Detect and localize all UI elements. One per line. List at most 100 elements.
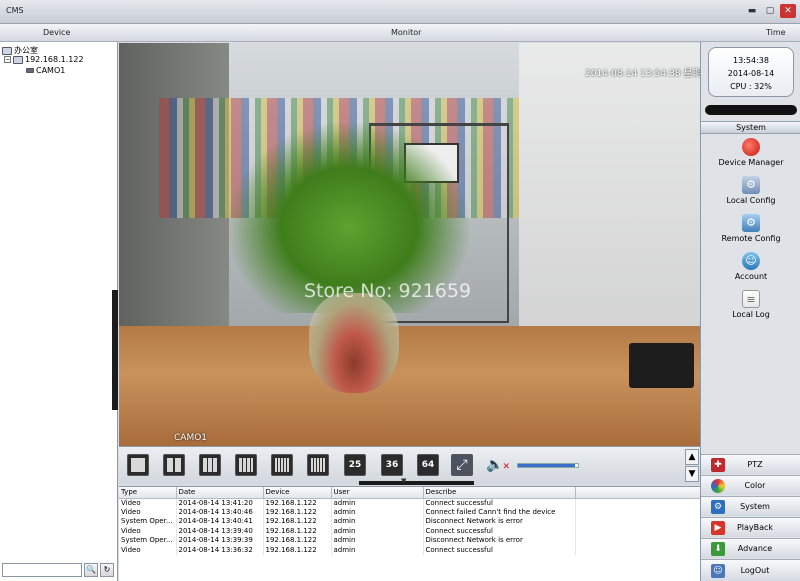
volume-fill <box>518 464 575 467</box>
ptz-button[interactable]: ✚ PTZ <box>701 454 800 474</box>
col-date[interactable]: Date <box>176 487 264 499</box>
advance-button[interactable]: ⬇ Advance <box>701 538 800 558</box>
camera-icon <box>26 68 34 73</box>
log-splitter[interactable] <box>359 481 474 485</box>
event-log: Type Date Device User Describe Video 201… <box>119 486 700 581</box>
account-label: Account <box>734 272 768 281</box>
local-config-button[interactable]: ⚙ Local Config <box>701 176 800 212</box>
cpu-usage: CPU : 32% <box>730 82 772 91</box>
device-tree-panel: 办公室 − 192.168.1.122 CAMO1 🔍 ↻ <box>0 42 118 581</box>
device-manager-label: Device Manager <box>718 158 784 167</box>
search-icon[interactable]: 🔍 <box>84 563 98 577</box>
clock-date: 2014-08-14 <box>727 69 775 78</box>
layout-custom-a-icon <box>275 458 289 472</box>
title-bar: CMS ▬ ▢ ✕ <box>0 0 800 24</box>
layout-16-button[interactable] <box>235 454 257 476</box>
local-config-label: Local Config <box>726 196 776 205</box>
layout-custom-a-button[interactable] <box>271 454 293 476</box>
scroll-down-button[interactable]: ▼ <box>685 466 699 482</box>
table-row[interactable]: System Oper... 2014-08-14 13:39:39 192.1… <box>119 536 700 546</box>
layout-1-button[interactable] <box>127 454 149 476</box>
refresh-icon[interactable]: ↻ <box>100 563 114 577</box>
cell-describe: Connect successful <box>423 545 576 555</box>
logout-button[interactable]: ☺ LogOut <box>701 559 800 581</box>
advance-icon: ⬇ <box>711 541 725 556</box>
cell-type: Video <box>119 507 177 517</box>
layout-36-label: 36 <box>385 460 399 470</box>
layout-9-icon <box>203 458 217 472</box>
mute-button[interactable]: 🔈 ✕ <box>486 456 510 474</box>
cell-user: admin <box>331 545 424 555</box>
layout-4-button[interactable] <box>163 454 185 476</box>
maximize-button[interactable]: ▢ <box>762 4 778 18</box>
cell-device: 192.168.1.122 <box>263 517 332 527</box>
view-toolbar: 25 36 64 ⤢ 🔈 ✕ ▲ ▼ ▼ <box>119 446 700 485</box>
layout-1-icon <box>131 458 145 472</box>
tree-device[interactable]: − 192.168.1.122 <box>4 55 84 64</box>
table-row[interactable]: Video 2014-08-14 13:36:32 192.168.1.122 … <box>119 545 700 555</box>
scene-vase <box>309 293 399 393</box>
advance-label: Advance <box>737 544 773 553</box>
table-row[interactable]: Video 2014-08-14 13:40:46 192.168.1.122 … <box>119 507 700 517</box>
volume-slider[interactable] <box>517 463 579 468</box>
expand-collapse-icon[interactable]: − <box>4 56 11 63</box>
window-controls: ▬ ▢ ✕ <box>744 4 796 18</box>
clock-panel: 13:54:38 2014-08-14 CPU : 32% <box>708 47 794 97</box>
clock-time: 13:54:38 <box>733 56 769 65</box>
local-log-button[interactable]: ≡ Local Log <box>701 290 800 326</box>
col-user[interactable]: User <box>331 487 424 499</box>
account-button[interactable]: ☺ Account <box>701 252 800 288</box>
panel-collapse-handle[interactable] <box>112 290 118 410</box>
chevron-down-icon[interactable]: ▼ <box>401 477 406 485</box>
tree-camera[interactable]: CAMO1 <box>26 66 65 75</box>
cell-type: Video <box>119 545 177 555</box>
video-view[interactable]: 2014-08-14 13:54:38 星期四 Store No: 921659… <box>119 43 700 446</box>
playback-button[interactable]: ▶ PlayBack <box>701 517 800 537</box>
remote-config-button[interactable]: ⚙ Remote Config <box>701 214 800 250</box>
local-log-icon: ≡ <box>742 290 760 308</box>
table-row[interactable]: System Oper... 2014-08-14 13:40:41 192.1… <box>119 517 700 527</box>
group-icon <box>2 46 12 55</box>
ptz-label: PTZ <box>747 460 763 469</box>
cell-date: 2014-08-14 13:39:39 <box>176 536 264 546</box>
scroll-up-button[interactable]: ▲ <box>685 449 699 465</box>
table-row[interactable]: Video 2014-08-14 13:39:40 192.168.1.122 … <box>119 526 700 536</box>
cell-type: System Oper... <box>119 517 177 527</box>
cell-date: 2014-08-14 13:40:41 <box>176 517 264 527</box>
cell-user: admin <box>331 517 424 527</box>
tree-search-input[interactable] <box>2 563 82 577</box>
col-device[interactable]: Device <box>263 487 332 499</box>
color-icon <box>711 478 725 493</box>
scene-table <box>119 326 700 446</box>
dvr-device-icon <box>13 55 23 64</box>
layout-16-icon <box>239 458 253 472</box>
cell-device: 192.168.1.122 <box>263 526 332 536</box>
system-icon: ⚙ <box>711 499 725 514</box>
time-header: Time <box>766 28 786 37</box>
minimize-button[interactable]: ▬ <box>744 4 760 18</box>
layout-25-button[interactable]: 25 <box>344 454 366 476</box>
cell-date: 2014-08-14 13:41:20 <box>176 498 264 508</box>
local-config-icon: ⚙ <box>742 176 760 194</box>
col-describe[interactable]: Describe <box>423 487 576 499</box>
monitor-header: Monitor <box>391 28 422 37</box>
color-label: Color <box>744 481 766 490</box>
system-button[interactable]: ⚙ System <box>701 496 800 516</box>
layout-9-button[interactable] <box>199 454 221 476</box>
layout-64-button[interactable]: 64 <box>417 454 439 476</box>
color-button[interactable]: Color <box>701 475 800 495</box>
mute-x-icon: ✕ <box>502 462 510 472</box>
log-table: Type Date Device User Describe Video 201… <box>119 487 700 555</box>
col-type[interactable]: Type <box>119 487 177 499</box>
system-section-title: System <box>701 121 800 134</box>
fullscreen-button[interactable]: ⤢ <box>451 454 473 476</box>
local-log-label: Local Log <box>732 310 770 319</box>
device-manager-button[interactable]: Device Manager <box>701 138 800 174</box>
layout-custom-b-button[interactable] <box>307 454 329 476</box>
remote-config-label: Remote Config <box>721 234 781 243</box>
remote-config-icon: ⚙ <box>742 214 760 232</box>
close-button[interactable]: ✕ <box>780 4 796 18</box>
device-header: Device <box>43 28 71 37</box>
table-row[interactable]: Video 2014-08-14 13:41:20 192.168.1.122 … <box>119 498 700 508</box>
layout-36-button[interactable]: 36 <box>381 454 403 476</box>
